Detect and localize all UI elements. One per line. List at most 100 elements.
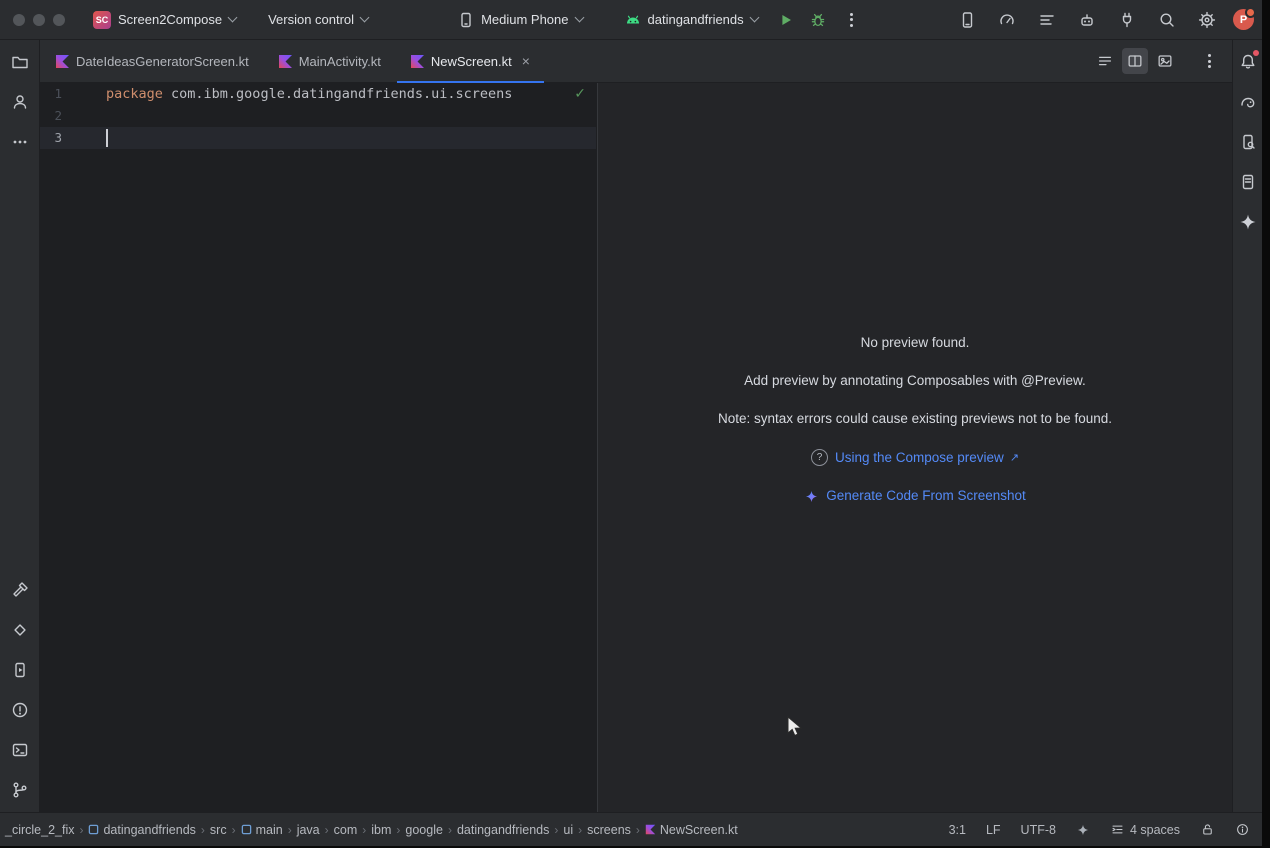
close-tab-icon[interactable]: × bbox=[522, 54, 530, 68]
tab-dateideasgeneratorscreen[interactable]: DateIdeasGeneratorScreen.kt bbox=[42, 40, 263, 82]
version-control-label: Version control bbox=[268, 12, 354, 27]
breadcrumb-item[interactable]: google bbox=[402, 821, 446, 839]
code-view-button[interactable] bbox=[1092, 48, 1118, 74]
version-control-tool-button[interactable] bbox=[6, 776, 34, 804]
kotlin-file-icon bbox=[56, 55, 69, 68]
breadcrumb-item[interactable]: screens bbox=[584, 821, 634, 839]
problems-tool-button[interactable] bbox=[6, 696, 34, 724]
settings-button[interactable] bbox=[1193, 6, 1221, 34]
breadcrumb-separator-icon: › bbox=[552, 823, 560, 837]
line-separator-widget[interactable]: LF bbox=[986, 823, 1001, 837]
indent-widget[interactable]: 4 spaces bbox=[1110, 822, 1180, 837]
breadcrumb-label: datingandfriends bbox=[457, 823, 549, 837]
device-connection-button[interactable] bbox=[1113, 6, 1141, 34]
close-window-button[interactable] bbox=[13, 14, 25, 26]
people-icon bbox=[10, 92, 30, 112]
device-files-icon bbox=[1238, 172, 1258, 192]
project-name: Screen2Compose bbox=[118, 12, 222, 27]
device-file-explorer-tool-button[interactable] bbox=[1234, 168, 1262, 196]
line-number[interactable]: 2 bbox=[40, 105, 62, 127]
project-widget[interactable]: SC Screen2Compose bbox=[85, 6, 244, 34]
chevron-down-icon bbox=[228, 13, 238, 23]
pull-requests-tool-button[interactable] bbox=[6, 88, 34, 116]
more-run-actions-button[interactable] bbox=[838, 6, 866, 34]
project-tool-button[interactable] bbox=[6, 48, 34, 76]
device-selector-label: Medium Phone bbox=[481, 12, 568, 27]
editor-more-options-button[interactable] bbox=[1196, 48, 1222, 74]
git-branch-icon bbox=[10, 780, 30, 800]
tab-label: DateIdeasGeneratorScreen.kt bbox=[76, 54, 249, 69]
gradle-tool-button[interactable] bbox=[1234, 88, 1262, 116]
notifications-button[interactable] bbox=[1234, 48, 1262, 76]
debug-button[interactable] bbox=[804, 6, 832, 34]
hammer-icon bbox=[10, 580, 30, 600]
breadcrumb-item[interactable]: datingandfriends bbox=[85, 821, 198, 839]
run-button[interactable] bbox=[772, 6, 800, 34]
window-controls bbox=[13, 14, 65, 26]
breadcrumb-label: src bbox=[210, 823, 227, 837]
external-link-icon: ↗ bbox=[1010, 450, 1019, 466]
device-selector[interactable]: Medium Phone bbox=[450, 7, 590, 33]
device-manager-tool-button[interactable] bbox=[6, 656, 34, 684]
studio-bot-button[interactable] bbox=[1073, 6, 1101, 34]
caret-position-widget[interactable]: 3:1 bbox=[949, 823, 966, 837]
more-tool-windows-button[interactable] bbox=[6, 128, 34, 156]
build-tool-button[interactable] bbox=[6, 576, 34, 604]
breadcrumb-item[interactable]: com bbox=[331, 821, 361, 839]
zoom-window-button[interactable] bbox=[53, 14, 65, 26]
compose-preview-docs-link[interactable]: ? Using the Compose preview ↗ bbox=[811, 449, 1019, 466]
breadcrumb-separator-icon: › bbox=[576, 823, 584, 837]
breadcrumb-item[interactable]: ui bbox=[560, 821, 576, 839]
encoding-widget[interactable]: UTF-8 bbox=[1021, 823, 1056, 837]
plug-icon bbox=[1117, 10, 1137, 30]
line-number[interactable]: 3 bbox=[40, 127, 62, 149]
breadcrumb-item[interactable]: NewScreen.kt bbox=[642, 821, 741, 839]
resource-manager-tool-button[interactable] bbox=[6, 616, 34, 644]
generate-code-from-screenshot-link[interactable]: Generate Code From Screenshot bbox=[804, 488, 1026, 504]
kotlin-file-icon bbox=[411, 55, 424, 68]
kotlin-file-icon bbox=[279, 55, 292, 68]
gemini-tool-button[interactable] bbox=[1234, 208, 1262, 236]
device-explorer-tool-button[interactable] bbox=[1234, 128, 1262, 156]
breadcrumb-separator-icon: › bbox=[360, 823, 368, 837]
mouse-cursor bbox=[786, 716, 804, 738]
breadcrumb-item[interactable]: datingandfriends bbox=[454, 821, 552, 839]
line-number[interactable]: 1 bbox=[40, 83, 62, 105]
gemini-star-icon bbox=[1238, 212, 1258, 232]
breadcrumb-item[interactable]: main bbox=[238, 821, 286, 839]
breadcrumb-item[interactable]: java bbox=[294, 821, 323, 839]
search-icon bbox=[1157, 10, 1177, 30]
status-info-widget[interactable] bbox=[1235, 822, 1250, 837]
breadcrumb-label: datingandfriends bbox=[103, 823, 195, 837]
editor-view-mode-controls bbox=[1092, 40, 1232, 82]
inspection-ok-icon[interactable]: ✓ bbox=[574, 86, 586, 102]
tab-newscreen[interactable]: NewScreen.kt × bbox=[397, 40, 544, 82]
code-view-icon bbox=[1096, 52, 1114, 70]
breadcrumb-item[interactable]: ibm bbox=[368, 821, 394, 839]
run-configuration-selector[interactable]: datingandfriends bbox=[617, 7, 766, 33]
search-everywhere-button[interactable] bbox=[1153, 6, 1181, 34]
user-avatar[interactable]: P bbox=[1233, 9, 1254, 30]
diamond-icon bbox=[10, 620, 30, 640]
minimize-window-button[interactable] bbox=[33, 14, 45, 26]
tab-mainactivity[interactable]: MainActivity.kt bbox=[265, 40, 395, 82]
project-icon: SC bbox=[93, 11, 111, 29]
version-control-widget[interactable]: Version control bbox=[260, 7, 376, 32]
ellipsis-icon bbox=[10, 132, 30, 152]
notification-dot bbox=[1253, 50, 1259, 56]
ai-status-widget[interactable] bbox=[1076, 823, 1090, 837]
profiler-button[interactable] bbox=[993, 6, 1021, 34]
sparkle-icon bbox=[1076, 823, 1090, 837]
write-access-widget[interactable] bbox=[1200, 822, 1215, 837]
breadcrumb-item[interactable]: _circle_2_fix bbox=[2, 821, 77, 839]
logcat-button[interactable] bbox=[1033, 6, 1061, 34]
kebab-menu-icon bbox=[850, 13, 853, 27]
terminal-tool-button[interactable] bbox=[6, 736, 34, 764]
current-line-highlight bbox=[40, 127, 596, 149]
split-view-button[interactable] bbox=[1122, 48, 1148, 74]
breadcrumb-item[interactable]: src bbox=[207, 821, 230, 839]
running-devices-button[interactable] bbox=[953, 6, 981, 34]
design-view-button[interactable] bbox=[1152, 48, 1178, 74]
breadcrumb-separator-icon: › bbox=[77, 823, 85, 837]
code-editor[interactable]: 1 2 3 package com.ibm.google.datingandfr… bbox=[40, 83, 596, 812]
